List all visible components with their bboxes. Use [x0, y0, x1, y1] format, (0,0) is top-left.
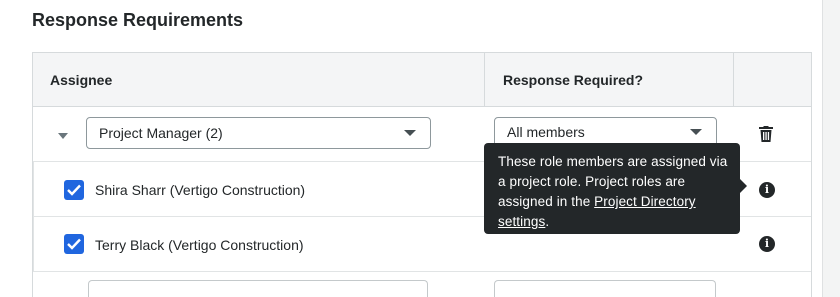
- column-header-response-required: Response Required?: [503, 72, 644, 88]
- tooltip-text-end: .: [545, 214, 550, 229]
- check-icon: [67, 238, 81, 250]
- info-tooltip: These role members are assigned via a pr…: [484, 143, 747, 234]
- column-header-assignee: Assignee: [50, 72, 113, 88]
- member-name: Terry Black (Vertigo Construction): [95, 237, 304, 253]
- scrollbar-track[interactable]: [822, 0, 840, 297]
- section-title: Response Requirements: [32, 10, 244, 30]
- caret-down-icon[interactable]: [58, 133, 68, 139]
- response-required-select-value: All members: [507, 124, 585, 140]
- column-divider: [484, 53, 485, 107]
- member-checkbox[interactable]: [64, 180, 84, 200]
- chevron-down-icon: [690, 129, 702, 135]
- table-header: Assignee Response Required?: [33, 53, 811, 107]
- chevron-down-icon: [404, 130, 416, 136]
- tooltip-arrow: [740, 179, 747, 193]
- assignee-select-value: Project Manager (2): [99, 125, 223, 141]
- column-divider: [733, 53, 734, 107]
- info-icon[interactable]: i: [759, 182, 775, 198]
- member-checkbox[interactable]: [64, 234, 84, 254]
- trash-icon[interactable]: [759, 126, 773, 147]
- info-icon[interactable]: i: [759, 236, 775, 252]
- response-required-select-partial[interactable]: [494, 280, 716, 297]
- member-name: Shira Sharr (Vertigo Construction): [95, 182, 306, 198]
- assignee-select-partial[interactable]: [88, 280, 428, 297]
- assignee-select[interactable]: Project Manager (2): [86, 117, 431, 149]
- tree-indent-line: [33, 162, 34, 217]
- check-icon: [67, 184, 81, 196]
- tree-indent-line: [33, 217, 34, 272]
